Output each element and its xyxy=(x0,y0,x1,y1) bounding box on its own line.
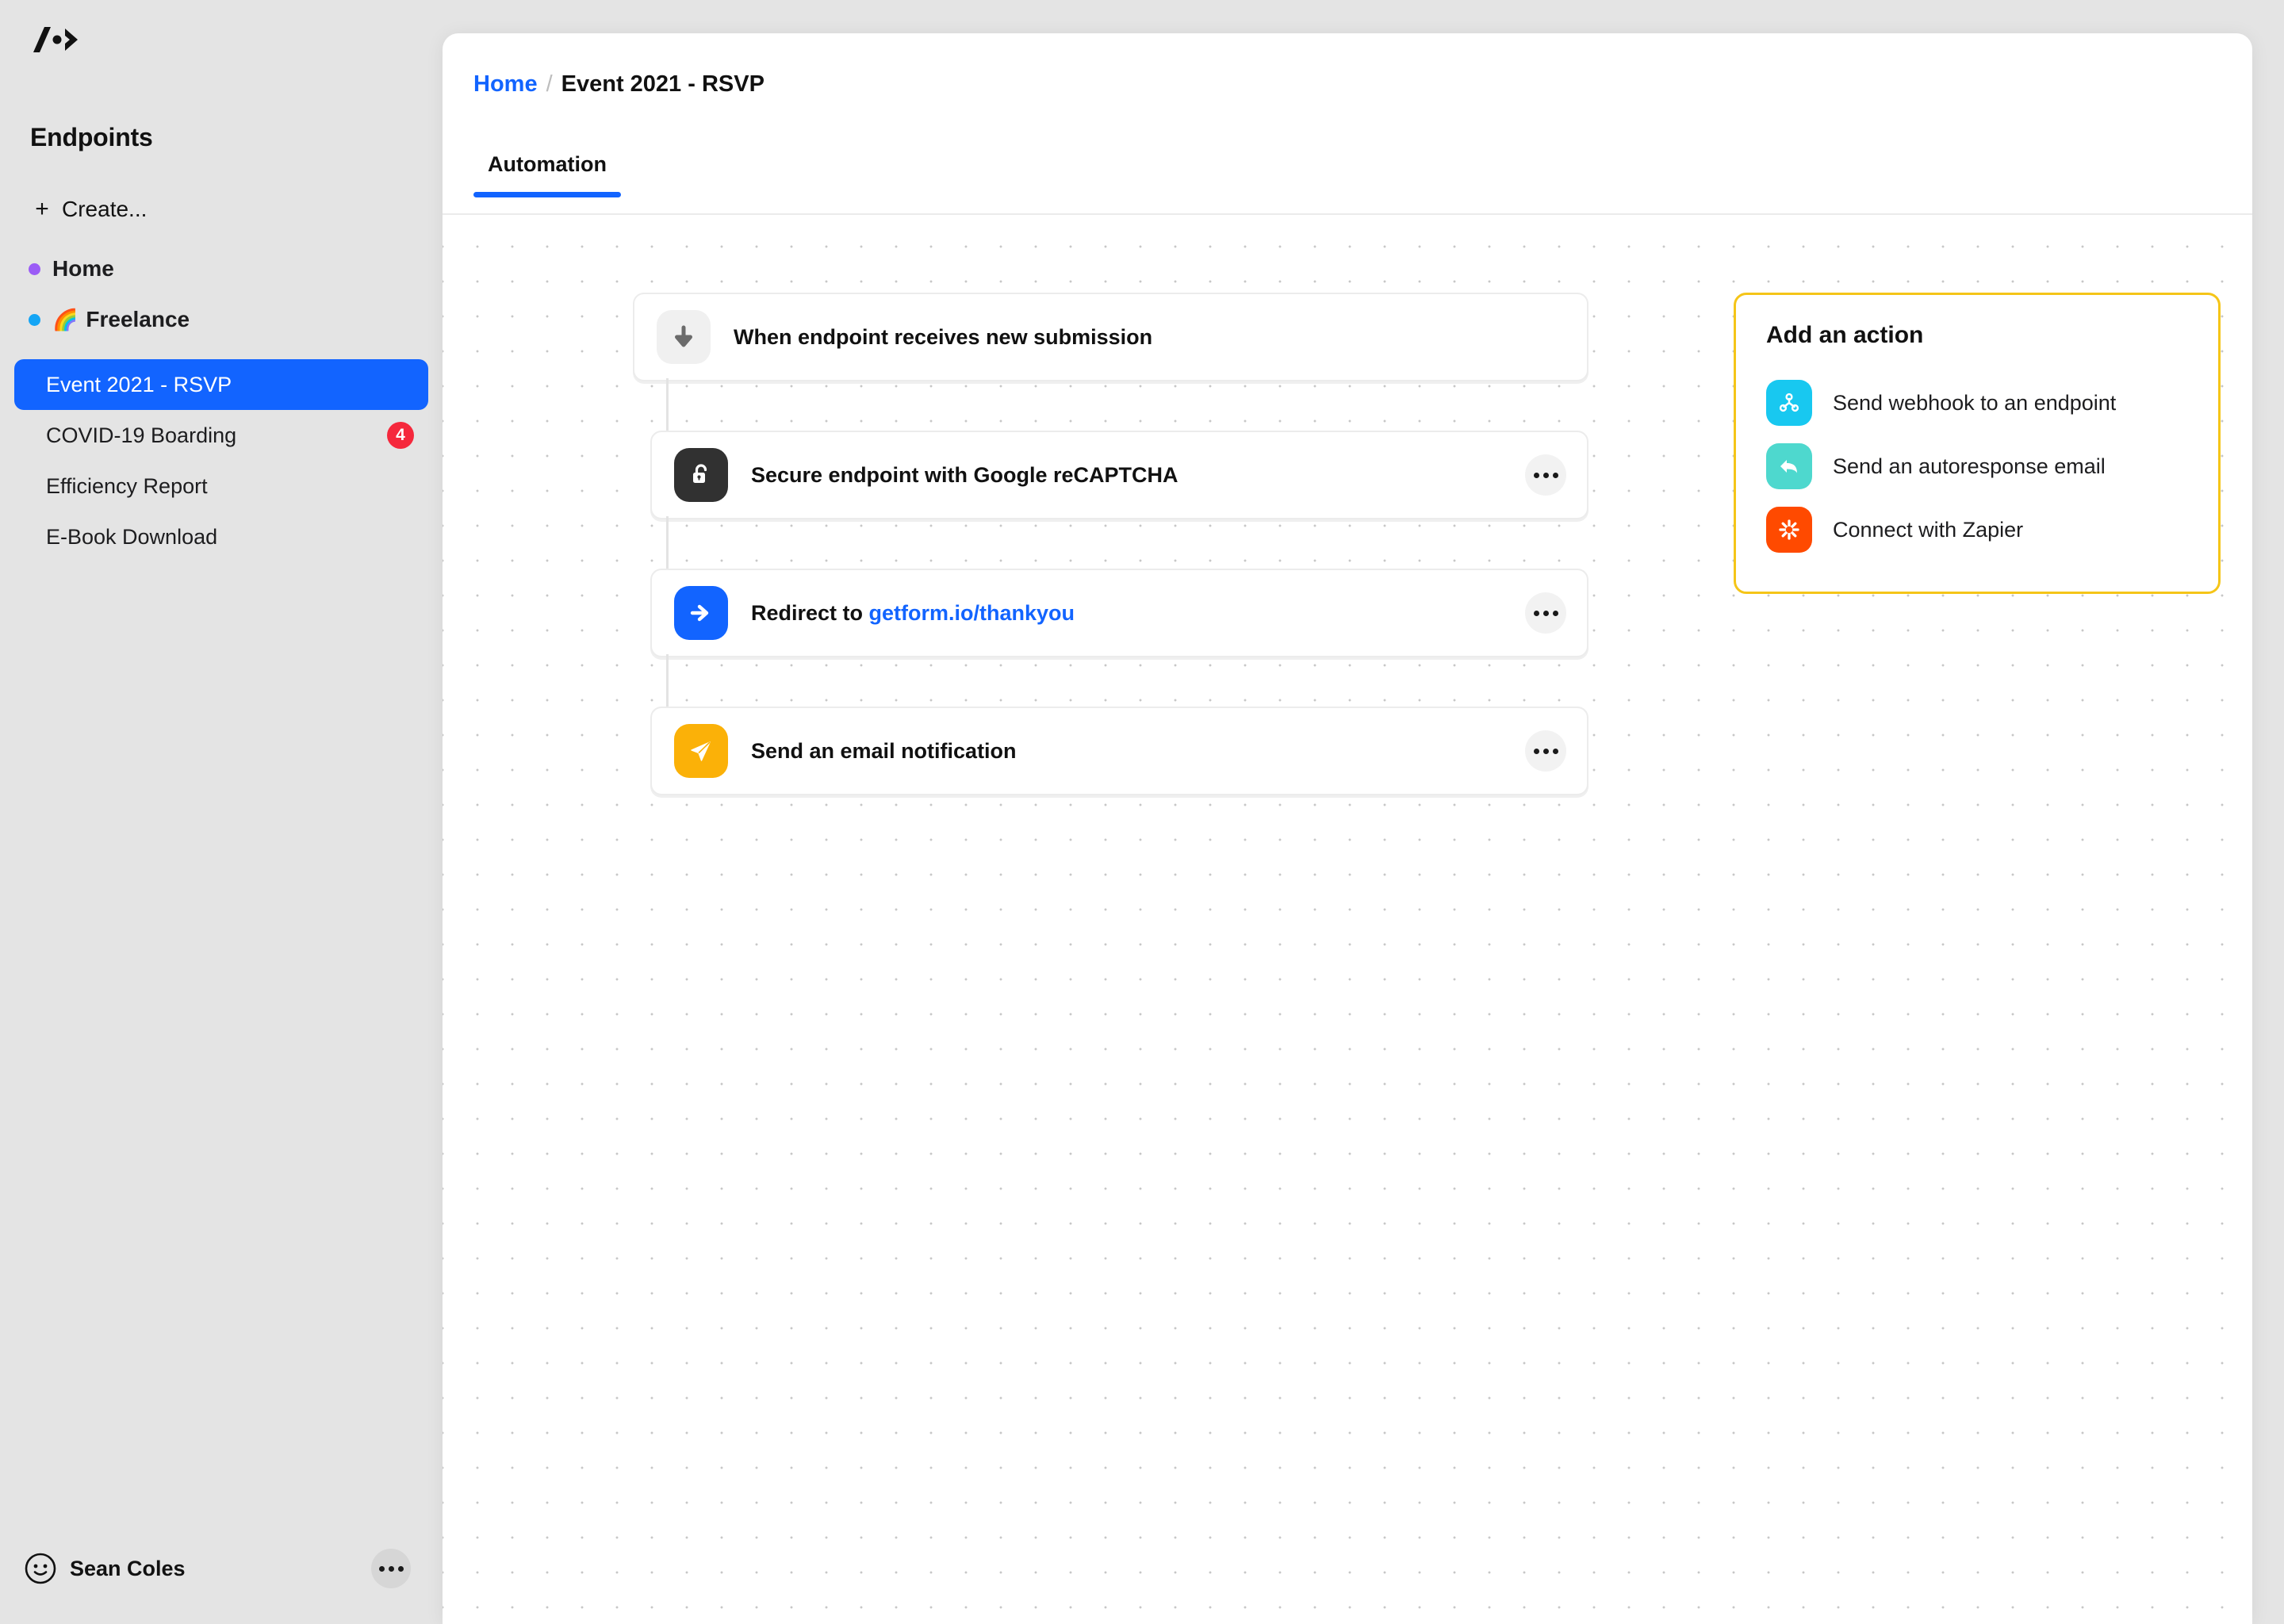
redirect-url-link[interactable]: getform.io/thankyou xyxy=(869,601,1075,625)
sidebar-item-label: Home xyxy=(52,256,114,281)
add-action-option-label: Send webhook to an endpoint xyxy=(1833,390,2117,415)
action-card-label: Redirect to getform.io/thankyou xyxy=(751,601,1075,626)
sidebar-item-efficiency-report[interactable]: Efficiency Report xyxy=(14,461,428,511)
flow-connector xyxy=(666,654,669,708)
sidebar-item-label: Event 2021 - RSVP xyxy=(46,372,232,396)
app-root: Endpoints + Create... Home 🌈 Freelance Even… xyxy=(0,0,2284,1624)
arrow-down-icon xyxy=(657,310,711,364)
flow-node: Secure endpoint with Google reCAPTCHA xyxy=(633,378,1592,519)
user-menu-button[interactable] xyxy=(371,1549,411,1588)
card-more-options-button[interactable] xyxy=(1525,592,1566,634)
user-name: Sean Coles xyxy=(70,1556,186,1580)
unread-count-badge: 4 xyxy=(387,422,414,449)
action-card-label: When endpoint receives new submission xyxy=(734,324,1153,349)
sidebar-item-home[interactable]: Home xyxy=(14,243,428,294)
add-action-list: Send webhook to an endpoint Send an autor… xyxy=(1766,371,2188,561)
breadcrumb-home-link[interactable]: Home xyxy=(473,71,538,98)
flow-node: Send an email notification xyxy=(633,654,1592,795)
breadcrumb-separator: / xyxy=(546,71,553,97)
flow-connector xyxy=(666,516,669,570)
flow-node: Redirect to getform.io/thankyou xyxy=(633,516,1592,657)
smiley-face-icon xyxy=(24,1552,57,1585)
reply-arrow-icon xyxy=(1766,443,1812,489)
user-account-row[interactable]: Sean Coles xyxy=(24,1543,419,1594)
add-action-title: Add an action xyxy=(1766,322,1924,348)
unlocked-padlock-icon xyxy=(674,448,728,502)
sidebar: Endpoints + Create... Home 🌈 Freelance Even… xyxy=(0,0,443,1624)
action-card-label: Send an email notification xyxy=(751,738,1017,763)
endpoint-list: Home 🌈 Freelance Event 2021 - RSVP COVID-19 … xyxy=(14,243,428,562)
sidebar-item-label: Efficiency Report xyxy=(46,473,208,498)
flow-connector xyxy=(666,378,669,432)
sidebar-item-label: COVID-19 Boarding xyxy=(46,423,237,447)
card-more-options-button[interactable] xyxy=(1525,730,1566,772)
flow-node: When endpoint receives new submission xyxy=(633,293,1592,381)
add-action-option[interactable]: Send an autoresponse email xyxy=(1766,435,2188,498)
add-action-option-label: Send an autoresponse email xyxy=(1833,454,2106,478)
sidebar-item-label: Freelance xyxy=(86,307,190,331)
action-card[interactable]: Secure endpoint with Google reCAPTCHA xyxy=(650,431,1588,519)
action-card[interactable]: Send an email notification xyxy=(650,707,1588,795)
tab-automation[interactable]: Automation xyxy=(473,152,621,197)
status-dot-icon xyxy=(29,262,40,275)
add-action-option[interactable]: Connect with Zapier xyxy=(1766,498,2188,561)
add-action-option[interactable]: Send webhook to an endpoint xyxy=(1766,371,2188,435)
tab-automation-label: Automation xyxy=(488,152,607,176)
rainbow-emoji-icon: 🌈 xyxy=(52,308,79,331)
trigger-card[interactable]: When endpoint receives new submission xyxy=(633,293,1588,381)
tab-bar: Automation xyxy=(473,152,621,197)
add-action-option-label: Connect with Zapier xyxy=(1833,517,2024,542)
add-action-panel: Add an action Send webhook to an endpoin… xyxy=(1734,293,2221,594)
card-more-options-button[interactable] xyxy=(1525,454,1566,496)
zapier-asterisk-icon xyxy=(1766,507,1812,553)
plus-icon: + xyxy=(35,196,49,222)
arrow-right-icon xyxy=(674,586,728,640)
status-dot-icon xyxy=(29,313,40,326)
paper-plane-icon xyxy=(674,724,728,778)
getform-logo[interactable] xyxy=(30,24,81,56)
create-label: Create... xyxy=(62,197,148,221)
automation-canvas[interactable]: When endpoint receives new submission Sec… xyxy=(443,215,2252,1624)
create-endpoint-button[interactable]: + Create... xyxy=(24,190,156,228)
webhook-node-icon xyxy=(1766,380,1812,426)
main-panel: Home / Event 2021 - RSVP Automation When… xyxy=(443,33,2252,1624)
tab-active-underline xyxy=(473,192,621,197)
sidebar-item-e-book-download[interactable]: E-Book Download xyxy=(14,511,428,562)
action-card-text: Redirect to xyxy=(751,600,869,625)
action-card[interactable]: Redirect to getform.io/thankyou xyxy=(650,569,1588,657)
automation-flow: When endpoint receives new submission Sec… xyxy=(633,293,1592,795)
sidebar-item-covid-19-boarding[interactable]: COVID-19 Boarding 4 xyxy=(14,410,428,461)
breadcrumb-current: Event 2021 - RSVP xyxy=(561,71,765,97)
sidebar-title: Endpoints xyxy=(30,123,153,151)
action-card-label: Secure endpoint with Google reCAPTCHA xyxy=(751,462,1178,487)
sidebar-item-freelance[interactable]: 🌈 Freelance xyxy=(14,294,428,345)
sidebar-item-event-2021-rsvp[interactable]: Event 2021 - RSVP xyxy=(14,359,428,410)
sidebar-item-label: E-Book Download xyxy=(46,524,218,549)
breadcrumb: Home / Event 2021 - RSVP xyxy=(473,71,765,98)
